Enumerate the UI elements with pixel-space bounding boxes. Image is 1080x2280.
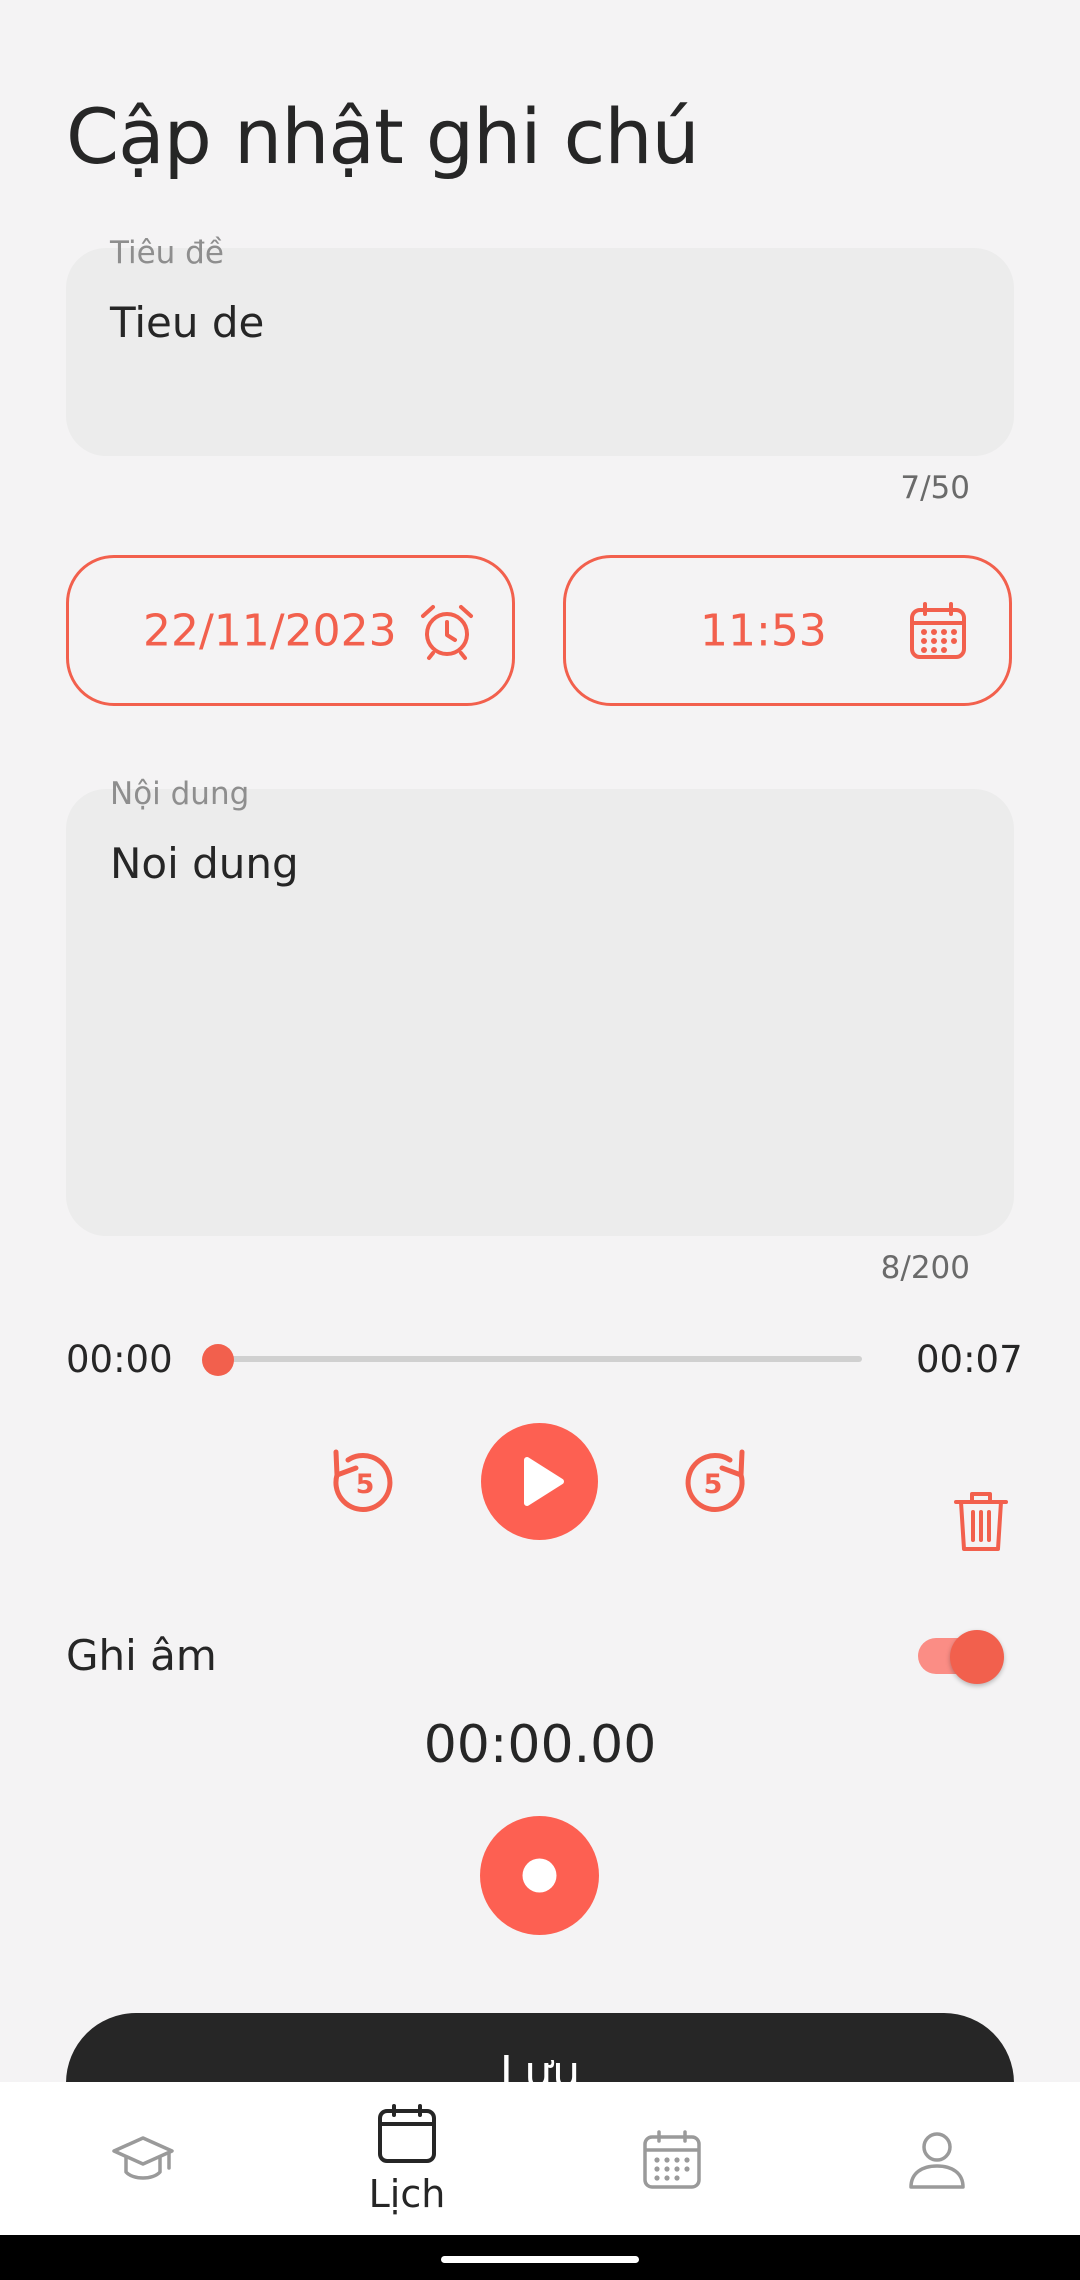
recording-timer: 00:00.00 (423, 1715, 657, 1775)
content-counter: 8/200 (880, 1250, 970, 1286)
title-field-label: Tiêu đề (110, 235, 224, 271)
nav-item-schedule[interactable]: Lịch (272, 2082, 542, 2235)
time-value: 11:53 (700, 605, 827, 656)
play-icon (524, 1457, 564, 1506)
title-field-value: Tieu de (110, 298, 265, 347)
content-field-value: Noi dung (110, 839, 299, 888)
date-value: 22/11/2023 (143, 605, 397, 656)
page-title: Cập nhật ghi chú (66, 92, 700, 181)
date-picker-button[interactable]: 22/11/2023 (66, 555, 515, 706)
rewind-5-icon[interactable]: 5 (328, 1446, 398, 1516)
calendar-icon (378, 2104, 436, 2163)
recording-label: Ghi âm (66, 1631, 217, 1680)
title-counter: 7/50 (900, 470, 970, 506)
title-field[interactable]: Tieu de (66, 248, 1014, 456)
content-field-label: Nội dung (110, 776, 250, 812)
play-button[interactable] (481, 1423, 598, 1540)
nav-item-courses[interactable] (8, 2082, 278, 2235)
calendar-icon (910, 601, 966, 659)
calendar-grid-icon (643, 2130, 701, 2189)
nav-label-schedule: Lịch (368, 2172, 446, 2216)
svg-text:5: 5 (704, 1469, 723, 1500)
bottom-nav: Lịch (0, 2082, 1080, 2235)
record-button[interactable] (480, 1816, 599, 1935)
record-dot-icon (522, 1858, 557, 1893)
nav-item-profile[interactable] (802, 2082, 1072, 2235)
trash-icon[interactable] (953, 1489, 1009, 1553)
svg-text:5: 5 (356, 1469, 375, 1500)
seek-thumb[interactable] (202, 1344, 234, 1376)
alarm-clock-icon (421, 604, 473, 660)
seek-bar[interactable] (218, 1356, 862, 1362)
graduation-cap-icon (112, 2136, 174, 2180)
forward-5-icon[interactable]: 5 (680, 1446, 750, 1516)
total-time: 00:07 (916, 1338, 1023, 1381)
home-indicator[interactable] (441, 2256, 639, 2263)
recording-toggle-knob[interactable] (950, 1630, 1004, 1684)
person-icon (909, 2132, 965, 2189)
time-picker-button[interactable]: 11:53 (563, 555, 1012, 706)
current-time: 00:00 (66, 1338, 173, 1381)
nav-item-calendar[interactable] (537, 2082, 807, 2235)
content-field[interactable]: Noi dung (66, 789, 1014, 1236)
